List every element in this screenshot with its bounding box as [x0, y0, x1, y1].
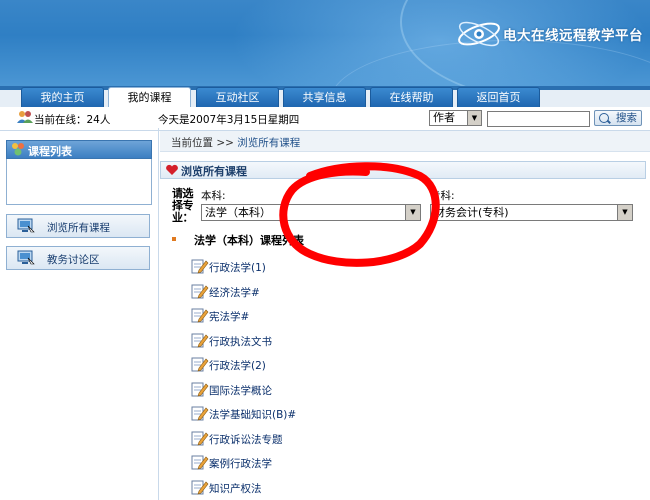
breadcrumb-separator: >>	[216, 137, 234, 149]
search-type-value: 作者	[433, 111, 455, 124]
course-title: 行政法学(1)	[209, 262, 266, 274]
undergrad-label: 本科:	[201, 190, 226, 202]
edit-document-icon	[191, 406, 209, 421]
monitor-icon	[17, 218, 35, 233]
college-major-value: 财务会计(专科)	[434, 206, 509, 219]
sidebar-link-label: 教务讨论区	[47, 254, 100, 266]
online-count: 当前在线：24人	[34, 114, 111, 126]
site-logo-icon	[458, 21, 500, 47]
search-button[interactable]: 搜索	[594, 110, 642, 126]
tab-shared-info[interactable]: 共享信息	[283, 87, 366, 107]
site-header: 电大在线远程教学平台	[0, 0, 650, 88]
search-input[interactable]	[487, 111, 590, 127]
sidebar-link-label: 浏览所有课程	[47, 222, 110, 234]
search-icon	[599, 113, 609, 123]
current-date: 今天是2007年3月15日星期四	[158, 114, 300, 126]
breadcrumb-prefix: 当前位置	[171, 137, 213, 149]
search-button-label: 搜索	[616, 112, 637, 124]
course-list-icon	[12, 143, 24, 156]
undergrad-major-select[interactable]: 法学（本科） ▼	[201, 204, 421, 221]
edit-document-icon	[191, 382, 209, 396]
tab-online-help[interactable]: 在线帮助	[370, 87, 453, 107]
undergrad-major-value: 法学（本科）	[205, 206, 271, 219]
edit-document-icon	[191, 431, 209, 445]
sidebar-academic-forum[interactable]: 教务讨论区	[6, 246, 150, 270]
tab-my-home[interactable]: 我的主页	[21, 87, 104, 107]
dropdown-arrow-icon: ▼	[617, 205, 632, 220]
list-bullet-icon	[172, 237, 176, 241]
section-title: 浏览所有课程	[181, 165, 247, 178]
course-title: 知识产权法	[209, 482, 262, 495]
college-major-select[interactable]: 财务会计(专科) ▼	[430, 204, 633, 221]
choose-major-label: 请选择专业：	[172, 187, 194, 224]
search-type-select[interactable]: 作者 ▼	[429, 110, 482, 126]
edit-document-icon	[191, 455, 209, 470]
tab-community[interactable]: 互动社区	[196, 87, 279, 107]
college-label: 专科:	[430, 190, 455, 202]
course-title: 国际法学概论	[209, 384, 272, 397]
edit-document-icon	[191, 333, 209, 347]
dropdown-arrow-icon: ▼	[405, 205, 420, 220]
tab-my-courses[interactable]: 我的课程	[108, 87, 191, 108]
sidebar-divider	[158, 128, 159, 500]
edit-document-icon	[191, 480, 209, 494]
course-title: 法学基础知识(B)#	[209, 409, 297, 421]
heart-icon	[166, 164, 178, 175]
course-title: 行政法学(2)	[209, 360, 266, 372]
course-title: 行政诉讼法专题	[209, 433, 283, 446]
course-title: 宪法学#	[209, 311, 250, 323]
course-list-title: 课程列表	[28, 145, 72, 158]
course-list-heading: 法学（本科）课程列表	[194, 234, 304, 247]
site-title: 电大在线远程教学平台	[503, 28, 643, 44]
breadcrumb-current[interactable]: 浏览所有课程	[237, 137, 300, 149]
course-title: 案例行政法学	[209, 458, 272, 470]
edit-document-icon	[191, 259, 209, 274]
course-title: 经济法学#	[209, 286, 260, 299]
course-title: 行政执法文书	[209, 335, 272, 348]
tab-return-home[interactable]: 返回首页	[457, 87, 540, 107]
monitor-icon	[17, 250, 35, 265]
edit-document-icon	[191, 284, 209, 298]
sidebar-browse-all-courses[interactable]: 浏览所有课程	[6, 214, 150, 238]
dropdown-arrow-icon: ▼	[467, 111, 481, 125]
online-users-icon	[17, 111, 33, 123]
edit-document-icon	[191, 357, 209, 372]
edit-document-icon	[191, 308, 209, 323]
breadcrumb: 当前位置 >> 浏览所有课程	[171, 135, 300, 150]
